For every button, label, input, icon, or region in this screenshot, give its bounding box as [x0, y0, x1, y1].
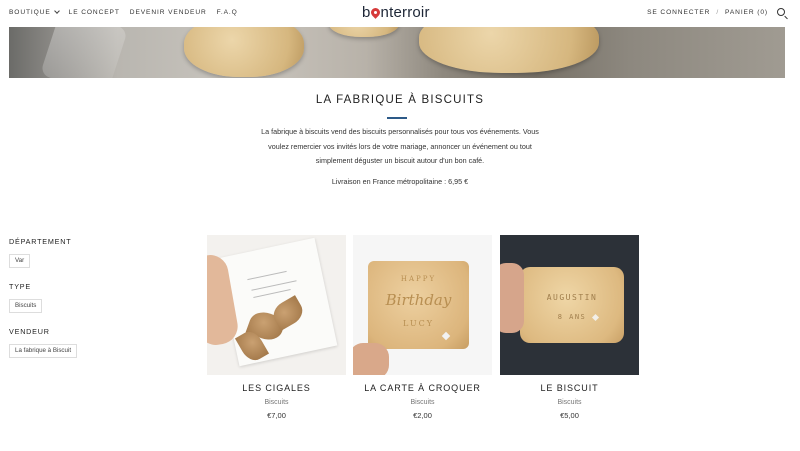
product-price: €2,00 [413, 411, 432, 420]
filter-chip-vendor[interactable]: La fabrique à Biscuit [9, 344, 78, 358]
product-name[interactable]: LE BISCUIT [500, 383, 639, 393]
search-icon[interactable] [777, 8, 785, 16]
filter-label-vendeur: VENDEUR [9, 327, 50, 336]
thumb-visual [353, 343, 389, 375]
login-link[interactable]: SE CONNECTER [647, 9, 710, 16]
delivery-info: Livraison en France métropolitaine : 6,9… [331, 177, 469, 186]
product-card[interactable]: HAPPY Birthday LUCY LA CARTE À CROQUER B… [353, 235, 492, 420]
site-logo[interactable]: b nterroir [362, 4, 430, 21]
product-type: Biscuits [264, 399, 289, 406]
biscuit-engraving: AUGUSTIN [546, 293, 598, 302]
hand-visual [500, 263, 524, 333]
nav-boutique-label: BOUTIQUE [9, 9, 51, 16]
biscuit-engraving: LUCY [402, 319, 435, 328]
collection-description: La fabrique à biscuits vend des biscuits… [261, 127, 539, 165]
product-type: Biscuits [557, 399, 582, 406]
product-type: Biscuits [410, 399, 435, 406]
chevron-down-icon [53, 7, 60, 14]
banner-cookie [184, 27, 304, 77]
product-card[interactable]: LES CIGALES Biscuits €7,00 [207, 235, 346, 420]
biscuit-engraving: HAPPY [400, 275, 437, 283]
product-image[interactable]: HAPPY Birthday LUCY [353, 235, 492, 375]
filter-chip-var[interactable]: Var [9, 254, 31, 268]
product-price: €7,00 [267, 411, 286, 420]
biscuit-engraving: Birthday [385, 291, 452, 309]
nav-devenir-vendeur[interactable]: DEVENIR VENDEUR [130, 9, 207, 16]
nav-boutique[interactable]: BOUTIQUE [9, 7, 60, 16]
nav-separator: / [716, 9, 720, 16]
product-price: €5,00 [560, 411, 579, 420]
product-image[interactable] [207, 235, 346, 375]
filter-label-type: TYPE [9, 282, 31, 291]
card-visual [216, 237, 338, 367]
nav-faq[interactable]: F.A.Q [217, 9, 238, 16]
location-pin-icon [371, 8, 380, 18]
filter-label-departement: DÉPARTEMENT [9, 237, 72, 246]
cart-link[interactable]: PANIER (0) [725, 9, 768, 16]
logo-b: b [362, 4, 371, 21]
title-underline [387, 117, 407, 119]
collection-title: LA FABRIQUE À BISCUITS [315, 94, 485, 106]
product-image[interactable]: AUGUSTIN 8 ANS [500, 235, 639, 375]
main-nav: BOUTIQUE LE CONCEPT DEVENIR VENDEUR F.A.… [9, 7, 248, 16]
banner-glass-jar [39, 27, 129, 78]
biscuit-engraving: 8 ANS [557, 313, 587, 321]
collection-banner-image [9, 27, 785, 78]
banner-cookie [419, 27, 599, 73]
filter-chip-biscuits[interactable]: Biscuits [9, 299, 43, 313]
product-card[interactable]: AUGUSTIN 8 ANS LE BISCUIT Biscuits €5,00 [500, 235, 639, 420]
product-name[interactable]: LES CIGALES [207, 383, 346, 393]
logo-rest: nterroir [380, 4, 430, 21]
product-name[interactable]: LA CARTE À CROQUER [353, 383, 492, 393]
account-nav: SE CONNECTER / PANIER (0) [647, 9, 768, 16]
banner-cookie [329, 27, 399, 37]
nav-le-concept[interactable]: LE CONCEPT [69, 9, 120, 16]
biscuit-visual [520, 267, 624, 343]
site-header: BOUTIQUE LE CONCEPT DEVENIR VENDEUR F.A.… [0, 0, 800, 27]
